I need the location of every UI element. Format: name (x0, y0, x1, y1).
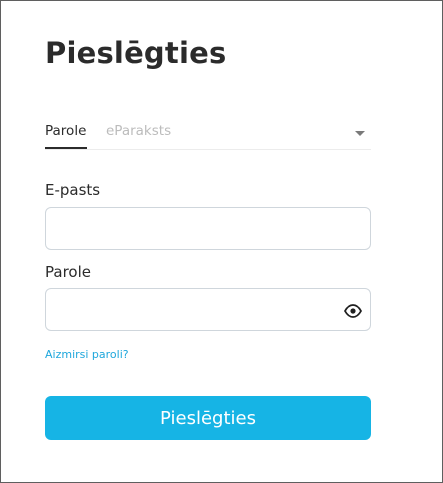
email-field[interactable] (45, 207, 371, 250)
forgot-password-link[interactable]: Aizmirsi paroli? (45, 348, 129, 361)
login-method-tabs: Parole eParaksts (45, 121, 371, 150)
email-label: E-pasts (45, 181, 101, 199)
password-field[interactable] (45, 288, 371, 331)
eye-icon[interactable] (343, 303, 363, 318)
page-title: Pieslēgties (45, 36, 227, 70)
login-panel: Pieslēgties Parole eParaksts E-pasts Par… (0, 0, 443, 483)
caret-down-icon[interactable] (355, 131, 365, 136)
active-tab-indicator (45, 147, 87, 149)
tab-password[interactable]: Parole (45, 123, 86, 150)
tab-eparaksts[interactable]: eParaksts (106, 123, 171, 139)
password-label: Parole (45, 263, 91, 281)
login-button[interactable]: Pieslēgties (45, 396, 371, 440)
